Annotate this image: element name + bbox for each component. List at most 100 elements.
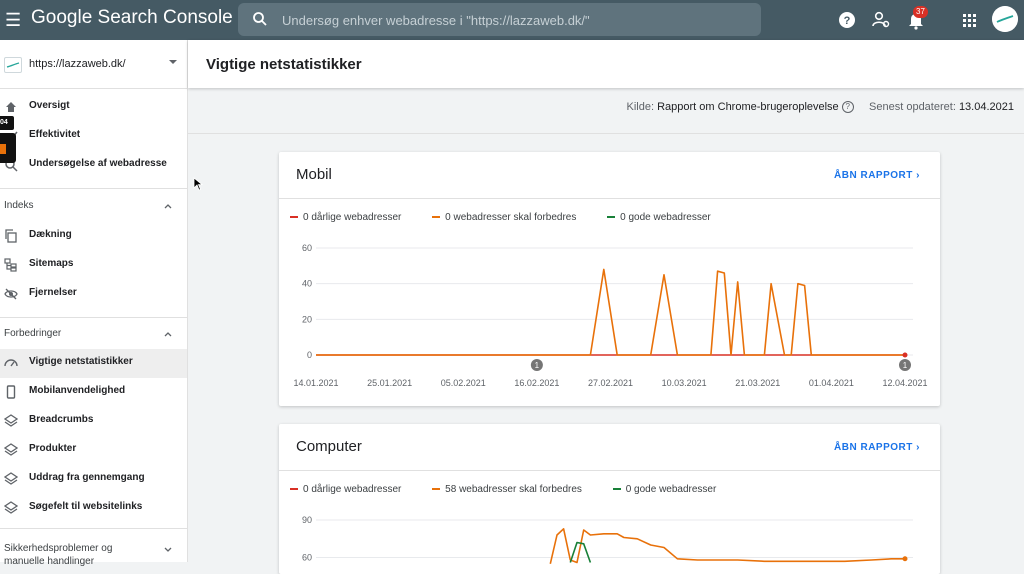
open-report-link[interactable]: ÅBN RAPPORT › xyxy=(834,442,920,453)
open-report-label: ÅBN RAPPORT xyxy=(834,442,913,453)
annotation-label: 1 xyxy=(535,361,540,370)
legend-item-needs-improvement[interactable]: 0 webadresser skal forbedres xyxy=(432,212,576,223)
layers-icon xyxy=(4,501,18,514)
notification-badge: 37 xyxy=(913,6,928,18)
sidebar-item-sitemaps[interactable]: Sitemaps xyxy=(0,251,187,280)
sidebar-item-label: Søgefelt til websitelinks xyxy=(29,501,143,512)
y-tick-label: 0 xyxy=(307,350,312,360)
y-tick-label: 90 xyxy=(302,515,312,525)
legend-swatch xyxy=(607,216,616,219)
search-input[interactable] xyxy=(280,3,754,38)
layers-icon xyxy=(4,414,18,427)
chevron-right-icon: › xyxy=(916,442,920,453)
menu-icon[interactable]: ☰ xyxy=(5,8,21,32)
search-bar[interactable] xyxy=(238,3,761,38)
sidebar-item-snippets[interactable]: Uddrag fra gennemgang xyxy=(0,465,187,494)
series-line-1 xyxy=(316,268,905,356)
legend-label: 58 webadresser skal forbedres xyxy=(445,484,582,495)
help-icon[interactable]: ? xyxy=(836,9,858,31)
open-report-link[interactable]: ÅBN RAPPORT › xyxy=(834,170,920,181)
legend-item-good[interactable]: 0 gode webadresser xyxy=(612,484,716,495)
legend-item-good[interactable]: 0 gode webadresser xyxy=(607,212,711,223)
layers-icon xyxy=(4,443,18,456)
legend-item-needs-improvement[interactable]: 58 webadresser skal forbedres xyxy=(432,484,582,495)
legend-swatch xyxy=(432,216,441,219)
chevron-down-icon xyxy=(164,547,172,552)
chevron-up-icon xyxy=(164,332,172,337)
sidebar-item-sitelinks-searchbox[interactable]: Søgefelt til websitelinks xyxy=(0,494,187,523)
help-circle-icon[interactable]: ? xyxy=(841,101,854,114)
legend-swatch xyxy=(290,216,298,219)
legend-item-bad[interactable]: 0 dårlige webadresser xyxy=(290,212,401,223)
overlay-widget xyxy=(0,133,16,163)
x-tick-label: 14.01.2021 xyxy=(293,378,338,388)
property-favicon-icon xyxy=(4,57,22,73)
eye-off-icon xyxy=(4,288,18,300)
page-header: Vigtige netstatistikker xyxy=(188,40,1024,88)
apps-grid-icon[interactable] xyxy=(958,9,980,31)
desktop-chart[interactable]: 60 90 xyxy=(279,504,940,574)
legend-swatch xyxy=(290,488,298,491)
y-tick-label: 40 xyxy=(302,279,312,289)
card-title: Mobil xyxy=(296,166,332,183)
gauge-icon xyxy=(4,359,18,367)
section-header-improvements[interactable]: Forbedringer xyxy=(0,320,187,350)
sidebar: https://lazzaweb.dk/ Oversigt Effektivit… xyxy=(0,40,188,567)
sidebar-item-label: Breadcrumbs xyxy=(29,414,94,425)
sidebar-item-label: Sitemaps xyxy=(29,258,74,269)
legend-label: 0 dårlige webadresser xyxy=(303,484,402,495)
section-header-index[interactable]: Indeks xyxy=(0,192,187,222)
sidebar-item-url-inspection[interactable]: Undersøgelse af webadresse xyxy=(0,151,187,180)
account-avatar[interactable] xyxy=(992,6,1018,32)
updated-value: 13.04.2021 xyxy=(958,101,1014,113)
legend-item-bad[interactable]: 0 dårlige webadresser xyxy=(290,484,401,495)
legend-swatch xyxy=(432,488,441,491)
sidebar-item-label: Vigtige netstatistikker xyxy=(29,356,133,367)
y-tick-label: 20 xyxy=(302,314,312,324)
section-label: Indeks xyxy=(4,200,34,211)
phone-icon xyxy=(6,385,16,399)
sidebar-item-removals[interactable]: Fjernelser xyxy=(0,280,187,309)
sidebar-item-label: Produkter xyxy=(29,443,77,454)
caret-down-icon xyxy=(169,60,177,64)
legend-label: 0 webadresser skal forbedres xyxy=(445,212,577,223)
sidebar-item-effektivitet[interactable]: Effektivitet xyxy=(0,122,187,151)
admin-settings-icon[interactable] xyxy=(870,9,892,31)
sidebar-item-breadcrumbs[interactable]: Breadcrumbs xyxy=(0,407,187,436)
page-title: Vigtige netstatistikker xyxy=(206,56,362,73)
chart-legend: 0 dårlige webadresser 0 webadresser skal… xyxy=(290,212,739,223)
search-icon xyxy=(253,12,267,26)
sitemap-icon xyxy=(4,258,17,272)
legend-swatch xyxy=(612,488,621,491)
source-label: Kilde: xyxy=(626,101,655,113)
sidebar-divider xyxy=(0,188,187,189)
updated-label: Senest opdateret: xyxy=(869,101,956,113)
sidebar-divider xyxy=(0,528,187,529)
x-tick-label: 27.02.2021 xyxy=(588,378,633,388)
x-tick-label: 12.04.2021 xyxy=(882,378,927,388)
card-mobile: Mobil ÅBN RAPPORT › 0 dårlige webadresse… xyxy=(279,152,940,406)
x-tick-label: 16.02.2021 xyxy=(514,378,559,388)
legend-label: 0 gode webadresser xyxy=(620,212,711,223)
sidebar-item-coverage[interactable]: Dækning xyxy=(0,222,187,251)
app-logo[interactable]: Google Search Console xyxy=(31,7,233,29)
x-tick-label: 05.02.2021 xyxy=(441,378,486,388)
sidebar-item-core-web-vitals[interactable]: Vigtige netstatistikker xyxy=(0,349,187,378)
chart-legend: 0 dårlige webadresser 58 webadresser ska… xyxy=(290,484,744,495)
section-header-security[interactable]: Sikkerhedsproblemer og manuelle handling… xyxy=(0,534,187,567)
overlay-badge: 04 xyxy=(0,116,14,130)
copy-icon xyxy=(5,229,17,243)
mobile-chart[interactable]: 0 20 40 60 14.01.2021 25.01.2021 05.02.2021 16.… xyxy=(279,232,940,402)
section-label: Sikkerhedsproblemer og manuelle handling… xyxy=(4,543,113,567)
sidebar-item-label: Oversigt xyxy=(29,100,70,111)
mouse-cursor-icon xyxy=(193,177,203,191)
sidebar-item-products[interactable]: Produkter xyxy=(0,436,187,465)
sidebar-item-oversigt[interactable]: Oversigt xyxy=(0,93,187,122)
property-selector[interactable]: https://lazzaweb.dk/ xyxy=(0,40,187,89)
sidebar-item-label: Fjernelser xyxy=(29,287,77,298)
open-report-label: ÅBN RAPPORT xyxy=(834,170,913,181)
card-divider xyxy=(279,198,940,199)
sidebar-item-mobile-usability[interactable]: Mobilanvendelighed xyxy=(0,378,187,407)
series-line-0 xyxy=(549,527,905,564)
y-tick-label: 60 xyxy=(302,553,312,563)
